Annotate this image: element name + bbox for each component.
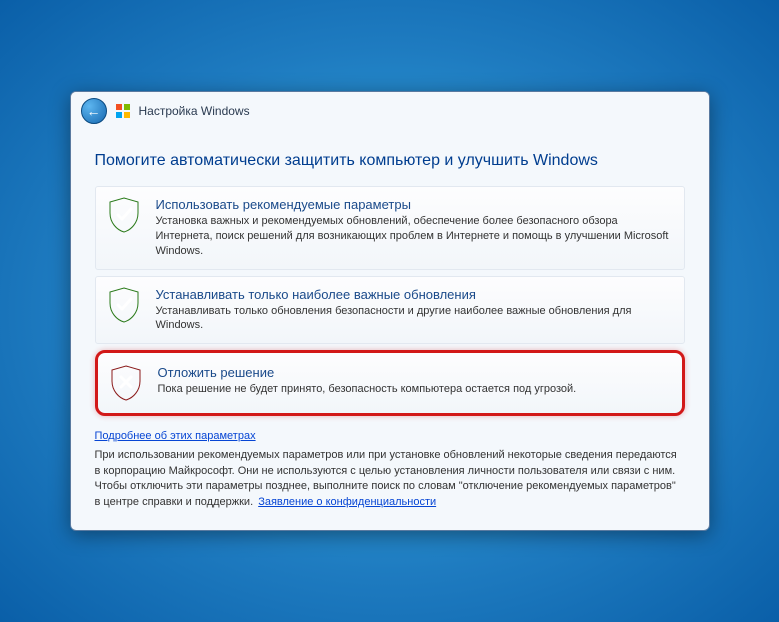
shield-x-icon xyxy=(108,365,144,401)
privacy-link[interactable]: Заявление о конфиденциальности xyxy=(258,496,436,508)
option-title: Использовать рекомендуемые параметры xyxy=(156,197,674,212)
option-desc: Пока решение не будет принято, безопасно… xyxy=(158,382,672,397)
more-info-link[interactable]: Подробнее об этих параметрах xyxy=(95,430,256,442)
shield-check-icon xyxy=(106,197,142,259)
option-desc: Устанавливать только обновления безопасн… xyxy=(156,304,674,334)
option-recommended[interactable]: Использовать рекомендуемые параметры Уст… xyxy=(95,186,685,270)
page-headline: Помогите автоматически защитить компьюте… xyxy=(95,152,685,170)
option-body: Использовать рекомендуемые параметры Уст… xyxy=(156,197,674,259)
footer-text: При использовании рекомендуемых параметр… xyxy=(95,448,685,510)
setup-window: ← Настройка Windows Помогите автоматичес… xyxy=(70,91,710,531)
content-area: Помогите автоматически защитить компьюте… xyxy=(71,130,709,530)
option-body: Отложить решение Пока решение не будет п… xyxy=(158,365,672,401)
option-body: Устанавливать только наиболее важные обн… xyxy=(156,287,674,334)
option-title: Устанавливать только наиболее важные обн… xyxy=(156,287,674,302)
option-title: Отложить решение xyxy=(158,365,672,380)
titlebar: ← Настройка Windows xyxy=(71,92,709,130)
back-arrow-icon: ← xyxy=(87,103,101,119)
option-postpone[interactable]: Отложить решение Пока решение не будет п… xyxy=(95,350,685,416)
shield-check-icon xyxy=(106,287,142,334)
windows-flag-icon xyxy=(115,103,131,119)
window-title: Настройка Windows xyxy=(139,104,250,118)
option-important-only[interactable]: Устанавливать только наиболее важные обн… xyxy=(95,276,685,345)
option-desc: Установка важных и рекомендуемых обновле… xyxy=(156,214,674,259)
back-button[interactable]: ← xyxy=(81,98,107,124)
